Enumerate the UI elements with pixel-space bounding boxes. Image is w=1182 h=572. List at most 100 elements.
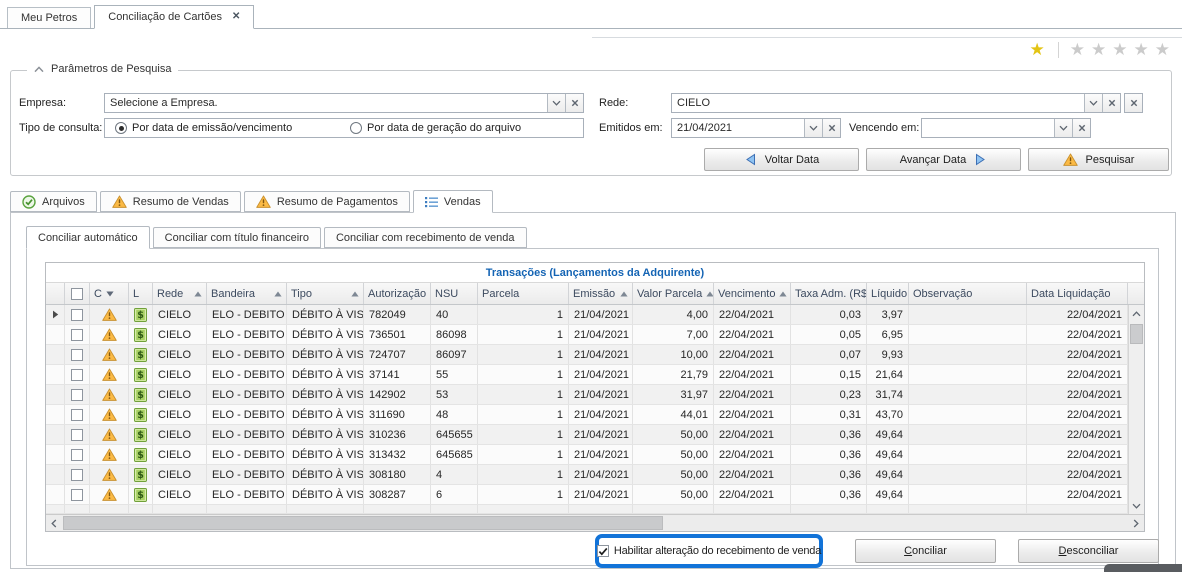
table-row[interactable]: $CIELOELO - DEBITODÉBITO À VISTA30818041… <box>46 465 1128 485</box>
rating-star-icon[interactable]: ★ <box>1070 41 1087 58</box>
filter-dropdown-icon[interactable] <box>106 291 114 297</box>
cell-select[interactable] <box>65 305 90 324</box>
row-checkbox[interactable] <box>71 469 83 481</box>
conciliar-button[interactable]: Conciliar <box>855 539 996 563</box>
tab-conciliacao-de-cartoes[interactable]: Conciliação de Cartões ✕ <box>94 5 254 29</box>
radio-por-data-geracao[interactable]: Por data de geração do arquivo <box>350 122 521 134</box>
cell-taxa_adm: 0,23 <box>791 385 867 404</box>
row-checkbox[interactable] <box>71 429 83 441</box>
table-row[interactable]: $CIELOELO - DEBITODÉBITO À VISTA73650186… <box>46 325 1128 345</box>
cell-select[interactable] <box>65 425 90 444</box>
column-header-parcela[interactable]: Parcela <box>478 283 569 304</box>
rating-star-icon[interactable]: ★ <box>1134 41 1151 58</box>
column-header-rede[interactable]: Rede <box>153 283 207 304</box>
horizontal-scrollbar[interactable] <box>46 514 1144 531</box>
vertical-scroll-thumb[interactable] <box>1130 324 1143 344</box>
scroll-right-button[interactable] <box>1128 515 1144 531</box>
cell-select[interactable] <box>65 465 90 484</box>
radio-selected-icon[interactable] <box>115 122 127 134</box>
table-row[interactable]: $CIELOELO - DEBITODÉBITO À VISTA31023664… <box>46 425 1128 445</box>
tab-conciliar-titulo-financeiro[interactable]: Conciliar com título financeiro <box>153 227 321 248</box>
clear-button[interactable] <box>565 94 583 112</box>
habilitar-alteracao-checkbox[interactable] <box>597 545 609 557</box>
dropdown-button[interactable] <box>547 94 565 112</box>
tab-conciliar-automatico[interactable]: Conciliar automático <box>26 226 150 249</box>
row-checkbox[interactable] <box>71 329 83 341</box>
cell-select[interactable] <box>65 405 90 424</box>
cell-select[interactable] <box>65 385 90 404</box>
column-header-l[interactable]: L <box>129 283 153 304</box>
table-row[interactable]: $CIELOELO - DEBITODÉBITO À VISTA31169048… <box>46 405 1128 425</box>
cell-select[interactable] <box>65 485 90 504</box>
row-checkbox[interactable] <box>71 389 83 401</box>
desconciliar-button[interactable]: Desconciliar <box>1018 539 1159 563</box>
clear-button[interactable] <box>1072 119 1090 137</box>
cell-select[interactable] <box>65 345 90 364</box>
column-header-tipo[interactable]: Tipo <box>287 283 364 304</box>
close-icon[interactable]: ✕ <box>232 12 240 22</box>
radio-por-data-emissao[interactable]: Por data de emissão/vencimento <box>115 122 292 134</box>
tab-conciliar-recebimento-venda[interactable]: Conciliar com recebimento de venda <box>324 227 527 248</box>
tab-arquivos[interactable]: Arquivos <box>10 191 97 212</box>
scroll-up-button[interactable] <box>1129 306 1144 321</box>
table-row[interactable]: $CIELOELO - DEBITODÉBITO À VISTA78204940… <box>46 305 1128 325</box>
dropdown-button[interactable] <box>1084 94 1102 112</box>
cell-select[interactable] <box>65 365 90 384</box>
rating-star-icon[interactable]: ★ <box>1112 41 1129 58</box>
clear-button[interactable] <box>1102 94 1120 112</box>
dropdown-button[interactable] <box>1054 119 1072 137</box>
cell-nsu: 645655 <box>431 425 478 444</box>
table-row[interactable]: $CIELOELO - DEBITODÉBITO À VISTA37141551… <box>46 365 1128 385</box>
column-header-nsu[interactable]: NSU <box>431 283 478 304</box>
rating-star-icon[interactable]: ★ <box>1091 41 1108 58</box>
table-row[interactable]: $CIELOELO - DEBITODÉBITO À VISTA72470786… <box>46 345 1128 365</box>
row-checkbox[interactable] <box>71 409 83 421</box>
favorite-star-icon[interactable]: ★ <box>1030 41 1047 58</box>
rede-combobox[interactable]: CIELO <box>671 93 1121 113</box>
horizontal-scroll-thumb[interactable] <box>63 516 663 530</box>
row-checkbox[interactable] <box>71 349 83 361</box>
vertical-scrollbar[interactable] <box>1128 305 1144 514</box>
cell-select[interactable] <box>65 325 90 344</box>
row-checkbox[interactable] <box>71 309 83 321</box>
column-header-taxa_adm[interactable]: Taxa Adm. (R$) <box>791 283 867 304</box>
tab-vendas[interactable]: Vendas <box>413 190 493 213</box>
emitidos-em-combobox[interactable]: 21/04/2021 <box>671 118 841 138</box>
column-header-liquido[interactable]: Líquido <box>867 283 909 304</box>
column-header-select[interactable] <box>65 283 90 304</box>
column-header-valor_parcela[interactable]: Valor Parcela <box>633 283 714 304</box>
avancar-data-button[interactable]: Avançar Data <box>866 148 1021 171</box>
scroll-left-button[interactable] <box>46 515 62 531</box>
tab-resumo-de-pagamentos[interactable]: Resumo de Pagamentos <box>244 191 410 212</box>
rating-star-icon[interactable]: ★ <box>1155 41 1172 58</box>
tab-resumo-de-vendas[interactable]: Resumo de Vendas <box>100 191 241 212</box>
row-checkbox[interactable] <box>71 369 83 381</box>
search-parameters-header[interactable]: Parâmetros de Pesquisa <box>27 63 178 75</box>
clear-button[interactable] <box>822 119 840 137</box>
radio-unselected-icon[interactable] <box>350 122 362 134</box>
column-header-emissao[interactable]: Emissão <box>569 283 633 304</box>
select-all-checkbox[interactable] <box>71 288 83 300</box>
collapse-chevron-icon[interactable] <box>34 66 44 73</box>
row-checkbox[interactable] <box>71 449 83 461</box>
pesquisar-button[interactable]: Pesquisar <box>1028 148 1169 171</box>
table-row[interactable]: $CIELOELO - DEBITODÉBITO À VISTA30828761… <box>46 485 1128 505</box>
voltar-data-button[interactable]: Voltar Data <box>704 148 859 171</box>
empresa-combobox[interactable]: Selecione a Empresa. <box>104 93 584 113</box>
column-header-bandeira[interactable]: Bandeira <box>207 283 287 304</box>
scroll-down-button[interactable] <box>1129 498 1144 513</box>
column-header-observacao[interactable]: Observação <box>909 283 1027 304</box>
dropdown-button[interactable] <box>804 119 822 137</box>
rede-remove-button[interactable] <box>1124 93 1143 113</box>
row-checkbox[interactable] <box>71 489 83 501</box>
table-row[interactable]: $CIELOELO - DEBITODÉBITO À VISTA31343264… <box>46 445 1128 465</box>
tab-meu-petros[interactable]: Meu Petros <box>7 7 91 28</box>
cell-select[interactable] <box>65 445 90 464</box>
table-row[interactable]: $CIELOELO - DEBITODÉBITO À VISTA14290253… <box>46 385 1128 405</box>
column-header-c[interactable]: C <box>90 283 129 304</box>
column-header-vencimento[interactable]: Vencimento <box>714 283 791 304</box>
cell-tipo: DÉBITO À VISTA <box>287 365 364 384</box>
vencendo-em-combobox[interactable] <box>921 118 1091 138</box>
column-header-data_liquidacao[interactable]: Data Liquidação <box>1027 283 1128 304</box>
column-header-autorizacao[interactable]: Autorização <box>364 283 431 304</box>
